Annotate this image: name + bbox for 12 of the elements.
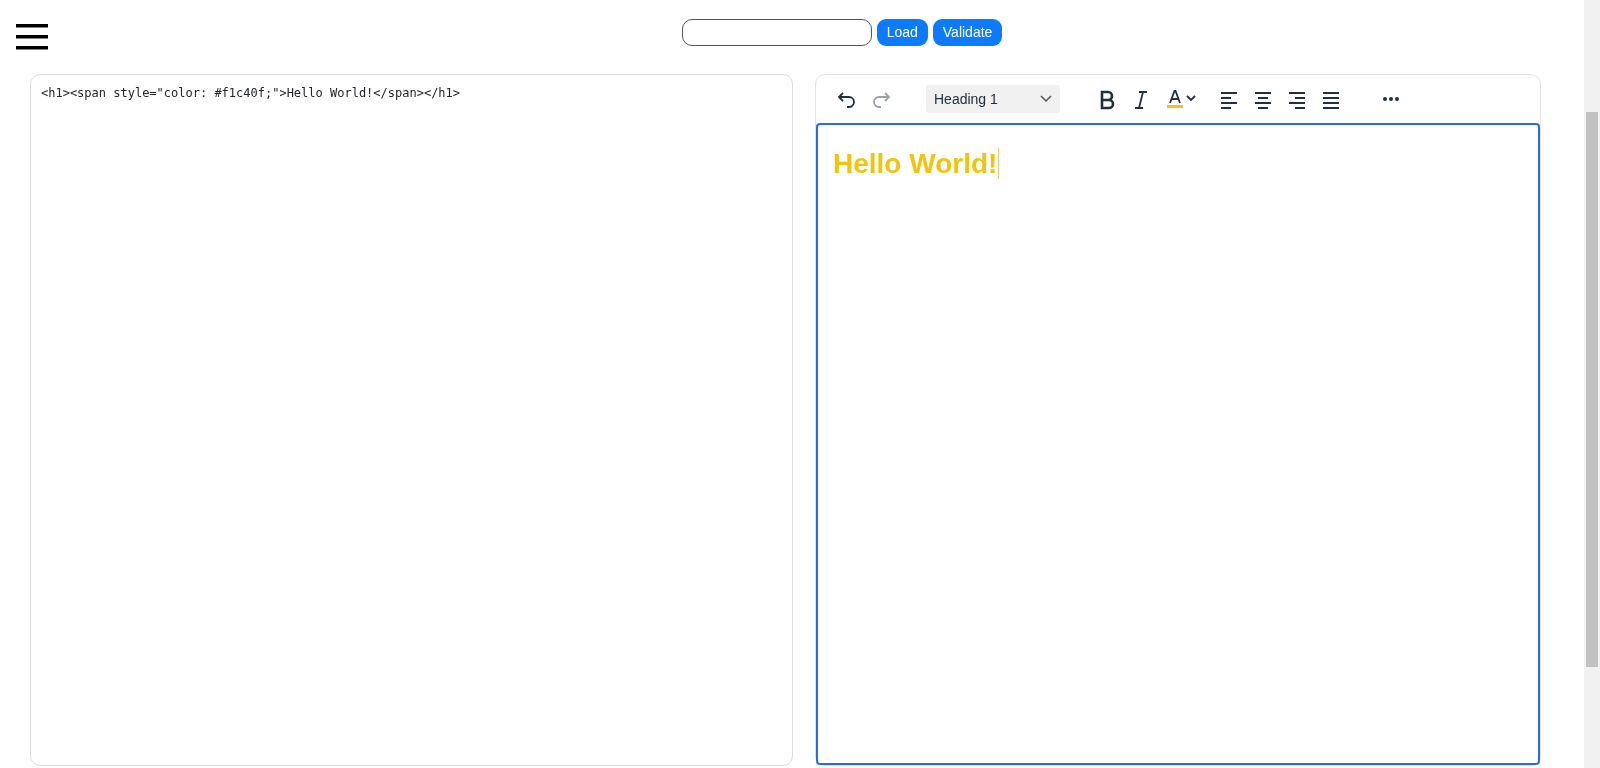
code-editor[interactable]: <h1><span style="color: #f1c40f;">Hello World!</span></h1> (30, 74, 793, 766)
heading-text: Hello World! (833, 148, 1000, 179)
load-button[interactable]: Load (876, 18, 928, 46)
scrollbar-thumb[interactable] (1586, 112, 1598, 667)
validate-button[interactable]: Validate (932, 18, 1003, 46)
input-field[interactable] (681, 18, 872, 46)
menu-icon[interactable] (16, 24, 48, 50)
scrollbar[interactable] (1584, 0, 1600, 768)
more-icon (1383, 97, 1399, 101)
block-format-dropdown[interactable]: Heading 1 (926, 85, 1060, 113)
text-color-icon (1165, 88, 1197, 110)
chevron-down-icon (1040, 95, 1052, 103)
